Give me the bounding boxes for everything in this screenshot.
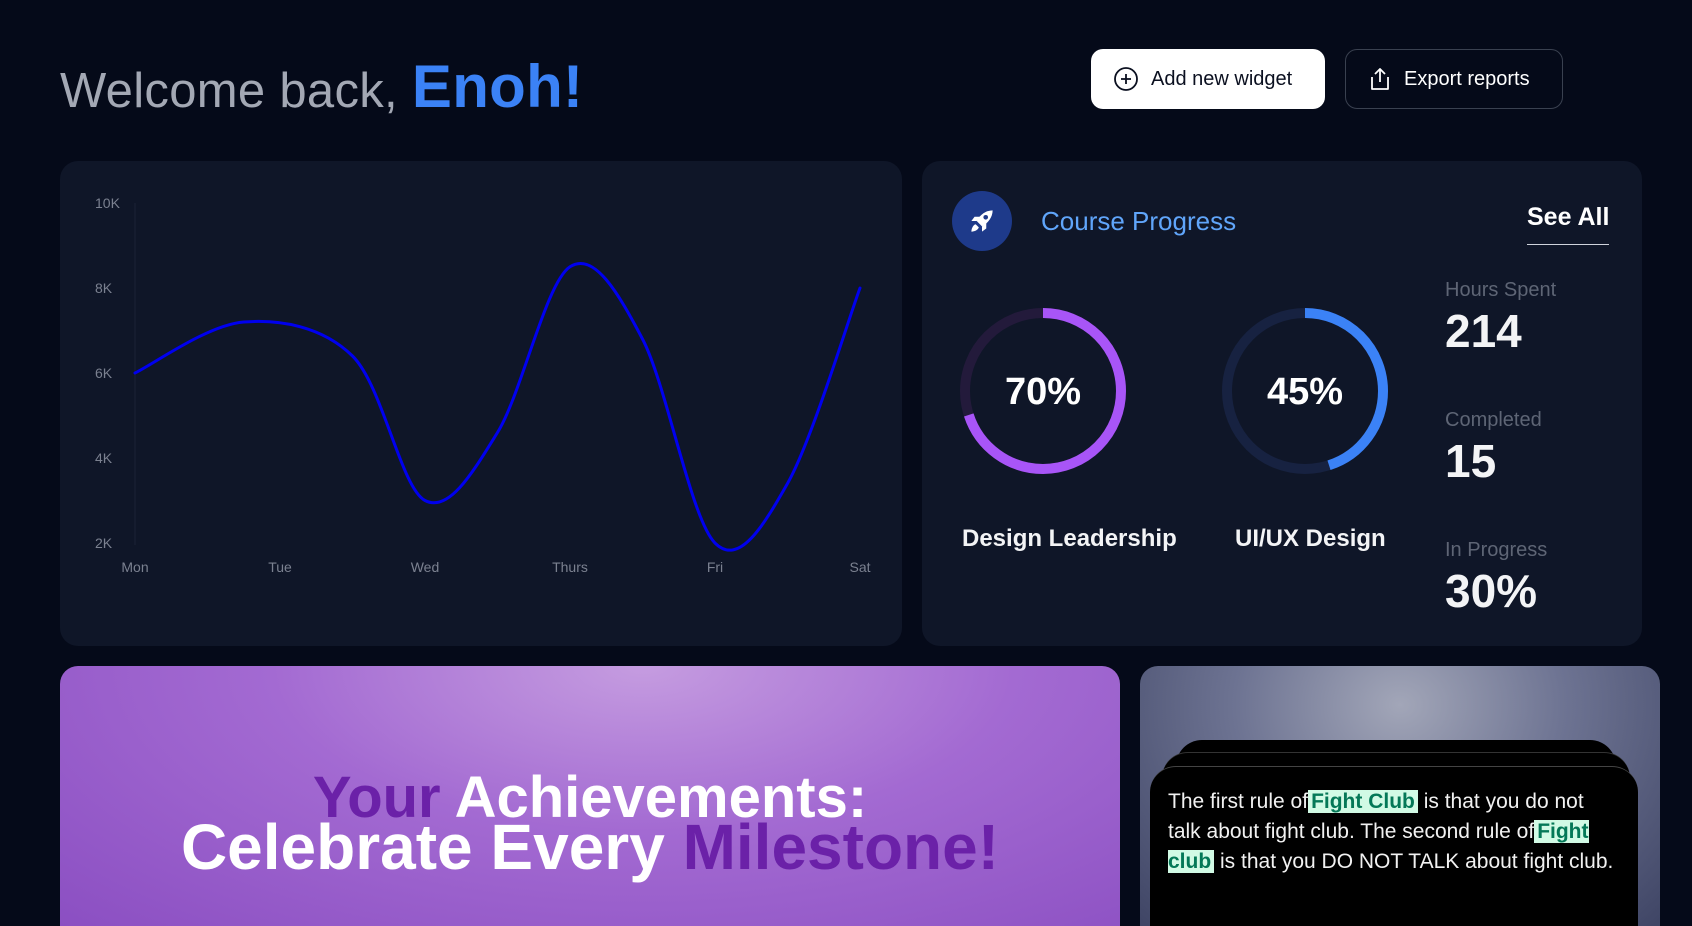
y-tick-label: 8K (95, 280, 113, 296)
uiux-design-percent: 45% (1267, 371, 1343, 413)
celebrate-text: Celebrate Every (180, 811, 683, 883)
see-all-link[interactable]: See All (1527, 203, 1610, 245)
quote-segment: is that you DO NOT TALK about fight club… (1214, 850, 1614, 873)
x-tick-label: Thurs (552, 559, 588, 575)
uiux-design-label: UI/UX Design (1235, 525, 1386, 552)
plus-circle-icon (1114, 67, 1138, 91)
y-tick-label: 4K (95, 450, 113, 466)
design-leadership-progress-ring: 70% (960, 308, 1126, 474)
add-new-widget-button[interactable]: Add new widget (1091, 49, 1325, 109)
quote-card: The first rule of Fight Club is that you … (1140, 666, 1660, 926)
y-tick-label: 2K (95, 535, 113, 551)
series-line (133, 261, 862, 552)
x-tick-label: Tue (268, 559, 292, 575)
achievements-banner: Your Achievements: Celebrate Every Miles… (60, 666, 1120, 926)
rocket-icon (952, 191, 1012, 251)
y-tick-label: 10K (95, 195, 121, 211)
completed-label: Completed (1445, 409, 1542, 431)
milestone-accent: Milestone! (682, 811, 1000, 883)
activity-line-chart: 10K 8K 6K 4K 2K Mon Tue Wed Thurs Fri Sat (95, 195, 871, 575)
user-name: Enoh! (411, 53, 584, 120)
x-tick-label: Mon (121, 559, 148, 575)
in-progress-label: In Progress (1445, 539, 1548, 561)
upload-icon (1371, 68, 1389, 90)
y-tick-label: 6K (95, 365, 113, 381)
x-tick-label: Sat (849, 559, 870, 575)
course-progress-title: Course Progress (1041, 206, 1237, 236)
quote-segment: The first rule of (1168, 790, 1309, 813)
course-progress-card: Course Progress See All 70% 45% Design L… (922, 161, 1642, 646)
hours-spent-label: Hours Spent (1445, 279, 1557, 301)
achievements-heading-line2: Celebrate Every Milestone! (60, 810, 1120, 884)
quote-text: The first rule of Fight Club is that you … (1150, 766, 1638, 926)
greeting-text: Welcome back, (60, 64, 412, 118)
design-leadership-label: Design Leadership (962, 525, 1177, 552)
export-reports-label: Export reports (1404, 67, 1530, 90)
uiux-design-progress-ring: 45% (1222, 308, 1388, 474)
x-tick-label: Wed (411, 559, 440, 575)
design-leadership-percent: 70% (1005, 371, 1081, 413)
in-progress-value: 30% (1445, 565, 1538, 617)
x-tick-label: Fri (707, 559, 723, 575)
export-reports-button[interactable]: Export reports (1345, 49, 1563, 109)
activity-chart-card: 10K 8K 6K 4K 2K Mon Tue Wed Thurs Fri Sat (60, 161, 902, 646)
quote-highlight: Fight Club (1308, 790, 1418, 813)
hours-spent-value: 214 (1445, 305, 1522, 357)
add-new-widget-label: Add new widget (1151, 67, 1293, 90)
welcome-heading: Welcome back, Enoh! (60, 52, 583, 121)
completed-value: 15 (1445, 435, 1497, 487)
